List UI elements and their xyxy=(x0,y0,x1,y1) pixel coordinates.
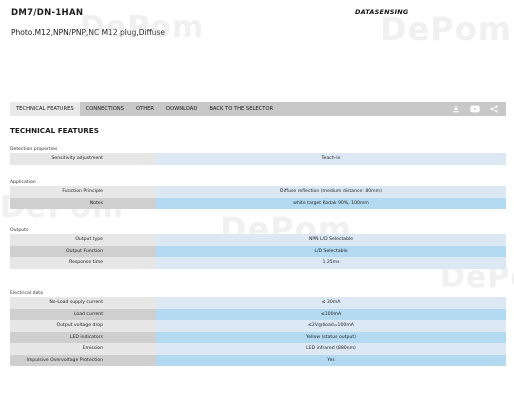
tab-back-to-selector[interactable]: BACK TO THE SELECTOR xyxy=(203,102,279,116)
table-row: Sensitivity adjustment Teach-in xyxy=(10,153,506,165)
row-value: 1.25ms xyxy=(156,257,506,269)
row-label: Output Function xyxy=(10,245,156,257)
brand-logo: DATASENSING xyxy=(355,8,409,16)
table-row: Response time 1.25ms xyxy=(10,257,506,269)
row-label: Response time xyxy=(10,257,156,269)
table-row: No-Load supply current ≤ 30mA xyxy=(10,297,506,309)
row-value: Yellow (status output) xyxy=(156,331,506,343)
table-row: Load current ≤100mA xyxy=(10,308,506,320)
spec-group-outputs: Outputs Output type NPN L/D Selectable O… xyxy=(10,227,506,269)
table-row: Impulsive Overvoltage Protection Yes xyxy=(10,354,506,366)
row-label: Emission xyxy=(10,343,156,355)
youtube-icon[interactable] xyxy=(470,104,480,114)
row-label: Load current xyxy=(10,308,156,320)
row-value: ≤100mA xyxy=(156,308,506,320)
spec-group-detection: Detection properties Sensitivity adjustm… xyxy=(10,146,506,165)
group-title: Application xyxy=(10,180,36,185)
row-label: Output voltage drop xyxy=(10,320,156,332)
section-title: TECHNICAL FEATURES xyxy=(10,126,99,135)
table-row: Notes white target Kodak 90%, 100mm xyxy=(10,197,506,209)
row-value: Teach-in xyxy=(156,153,506,165)
tab-other[interactable]: OTHER xyxy=(130,102,160,116)
spec-group-electrical: Electrical data No-Load supply current ≤… xyxy=(10,290,506,366)
tab-technical-features[interactable]: TECHNICAL FEATURES xyxy=(10,102,80,116)
group-title: Outputs xyxy=(10,228,29,233)
table-row: Emission LED infrared (880nm) xyxy=(10,343,506,355)
product-description: Photo.M12,NPN/PNP,NC M12 plug,Diffuse xyxy=(11,28,166,37)
row-value: Yes xyxy=(156,354,506,366)
table-row: Function Principle Diffuse reflection (m… xyxy=(10,186,506,198)
tab-bar: TECHNICAL FEATURES CONNECTIONS OTHER DOW… xyxy=(10,102,506,116)
table-row: LED indicators Yellow (status output) xyxy=(10,331,506,343)
row-value: NPN L/D Selectable xyxy=(156,234,506,246)
tab-connections[interactable]: CONNECTIONS xyxy=(80,102,130,116)
share-icon[interactable] xyxy=(489,104,499,114)
tab-download[interactable]: DOWNLOAD xyxy=(160,102,203,116)
row-label: Function Principle xyxy=(10,186,156,198)
row-value: LED infrared (880nm) xyxy=(156,343,506,355)
product-code: DM7/DN-1HAN xyxy=(11,8,84,18)
row-label: Impulsive Overvoltage Protection xyxy=(10,354,156,366)
row-label: Output type xyxy=(10,234,156,246)
row-label: Notes xyxy=(10,197,156,209)
table-row: Output Function L/D Selectable xyxy=(10,245,506,257)
row-value: ≤ 30mA xyxy=(156,297,506,309)
table-row: Output type NPN L/D Selectable xyxy=(10,234,506,246)
row-value: L/D Selectable xyxy=(156,245,506,257)
row-label: Sensitivity adjustment xyxy=(10,153,156,165)
row-label: LED indicators xyxy=(10,331,156,343)
group-title: Electrical data xyxy=(10,291,43,296)
row-value: white target Kodak 90%, 100mm xyxy=(156,197,506,209)
row-value: Diffuse reflection (medium distance: 80m… xyxy=(156,186,506,198)
spec-group-application: Application Function Principle Diffuse r… xyxy=(10,179,506,209)
tab-icons xyxy=(451,104,506,114)
download-icon[interactable] xyxy=(451,104,461,114)
product-header: DM7/DN-1HAN Photo.M12,NPN/PNP,NC M12 plu… xyxy=(0,0,514,100)
group-title: Detection properties xyxy=(10,147,58,152)
row-label: No-Load supply current xyxy=(10,297,156,309)
table-row: Output voltage drop ≤2V@Iload=100mA xyxy=(10,320,506,332)
row-value: ≤2V@Iload=100mA xyxy=(156,320,506,332)
